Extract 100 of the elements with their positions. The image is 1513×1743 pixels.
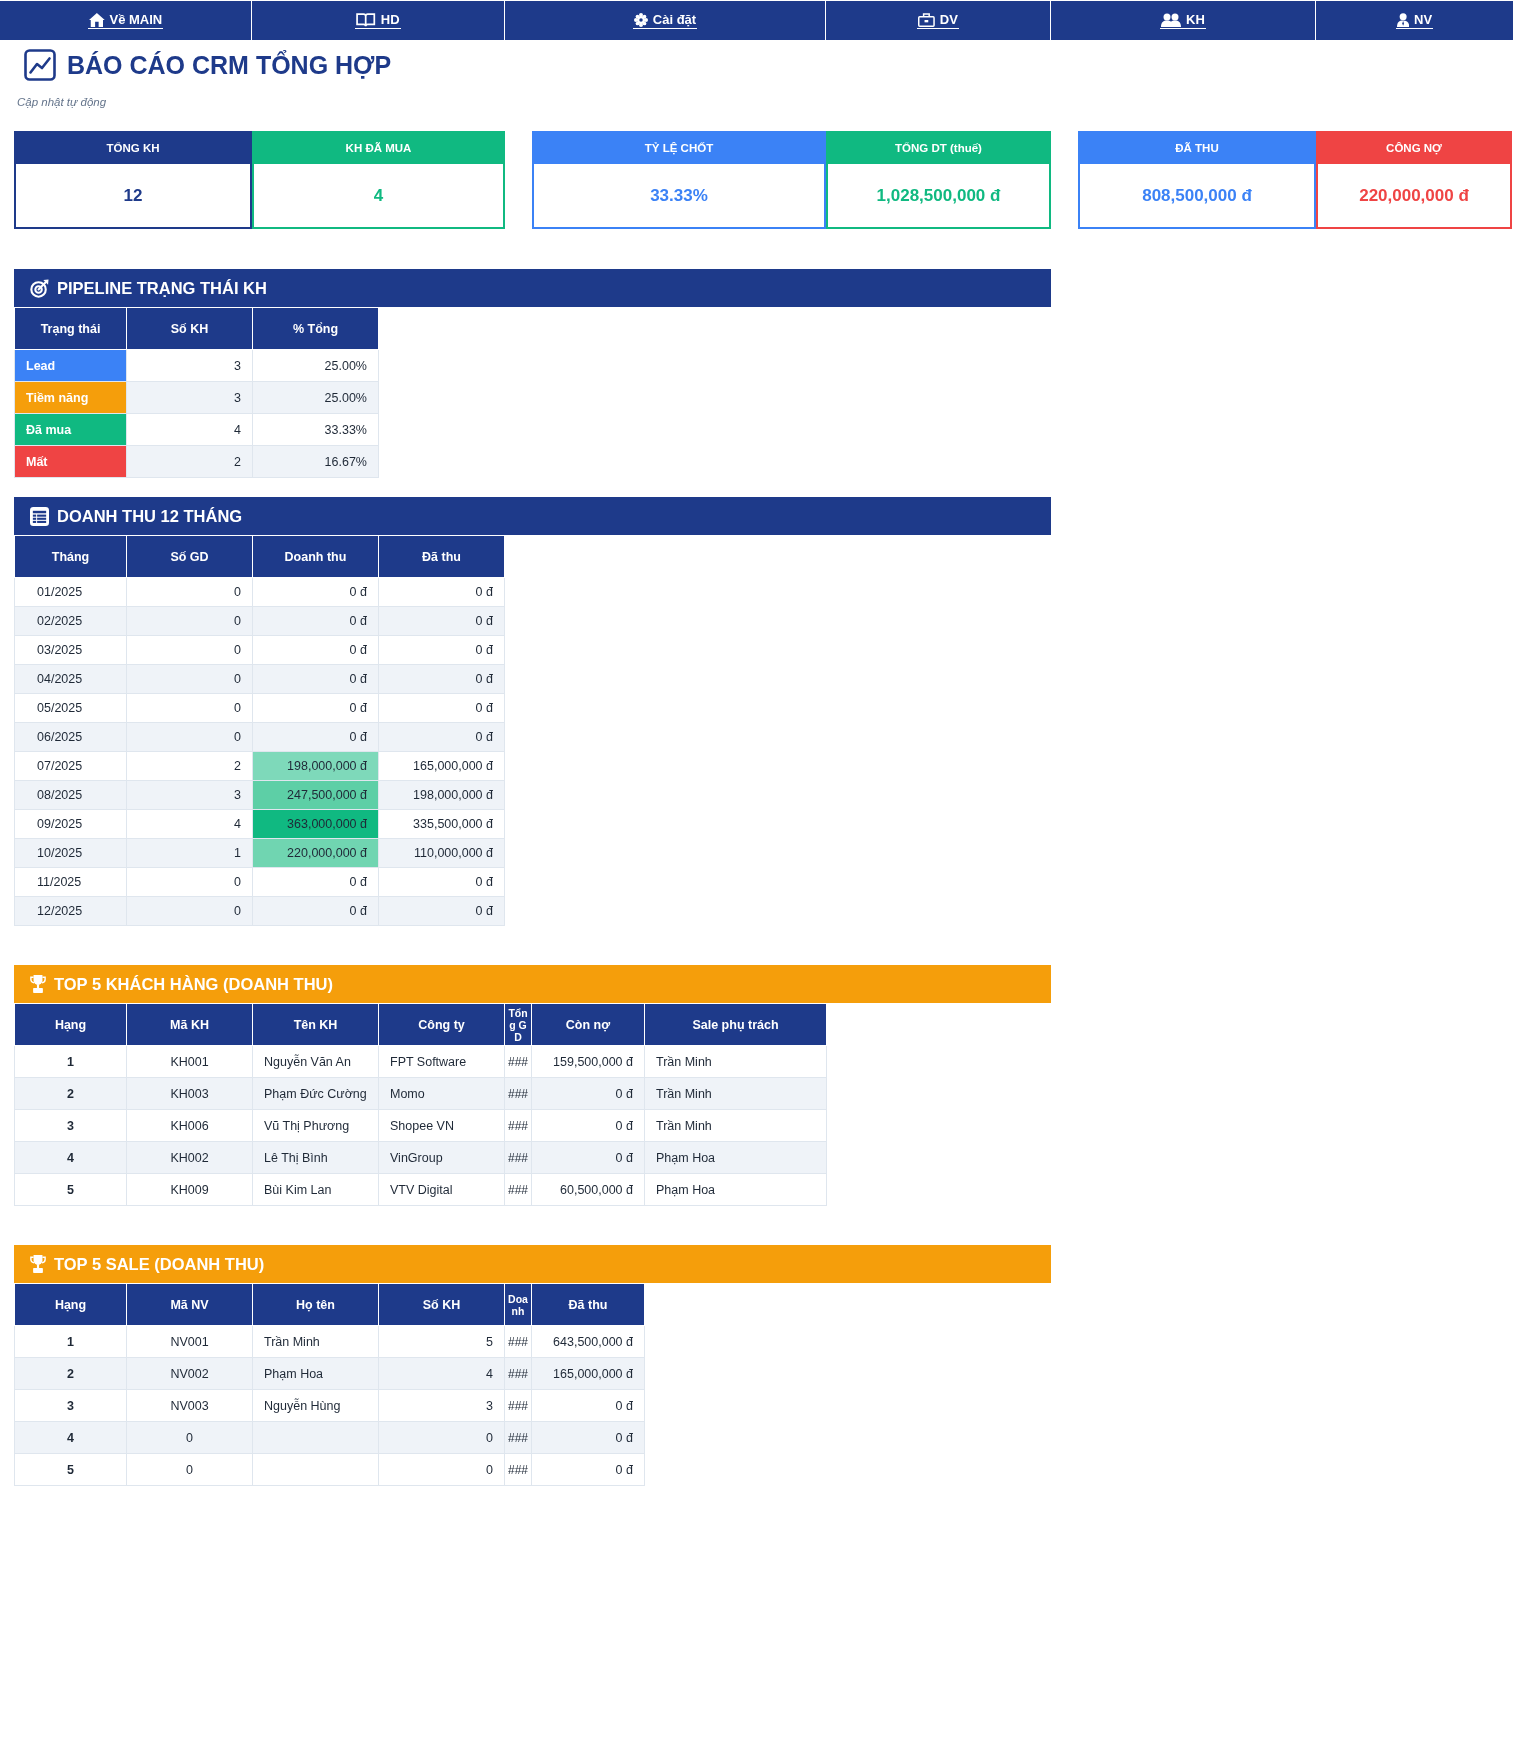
nav-link[interactable]: KH [1051, 1, 1315, 40]
table-cell: Phạm Đức Cường [252, 1077, 379, 1110]
table-cell: 0 [126, 867, 253, 897]
table-cell: 0 đ [378, 896, 505, 926]
table-cell: 10/2025 [14, 838, 127, 868]
kpi-label: TỔNG DT (thuế) [826, 131, 1051, 164]
nav-link[interactable]: Về MAIN [0, 1, 251, 40]
table-cell: 0 [126, 577, 253, 607]
table-cell: Vũ Thị Phương [252, 1109, 379, 1142]
table-cell: 110,000,000 đ [378, 838, 505, 868]
table-cell: 4 [378, 1357, 505, 1390]
gear-icon [633, 12, 648, 27]
table-cell: 04/2025 [14, 664, 127, 694]
kpi-value: 4 [252, 164, 505, 229]
nav-link[interactable]: DV [826, 1, 1050, 40]
table-cell: 08/2025 [14, 780, 127, 810]
nav-link[interactable]: Cài đặt [505, 1, 825, 40]
table-icon [30, 506, 49, 526]
table-cell: 0 đ [378, 664, 505, 694]
table-cell: 09/2025 [14, 809, 127, 839]
column-header: Số KH [126, 307, 253, 350]
nav-link[interactable]: NV [1316, 1, 1513, 40]
table-cell: 0 [126, 635, 253, 665]
book-icon [356, 12, 376, 27]
update-note: Cập nhật tự động [17, 95, 107, 110]
table-cell: 1 [14, 1325, 127, 1358]
table-cell: 07/2025 [14, 751, 127, 781]
status-cell: Đã mua [14, 413, 127, 446]
table-cell: 0 đ [378, 693, 505, 723]
table-cell: 0 đ [252, 722, 379, 752]
kpi-value: 808,500,000 đ [1078, 164, 1316, 229]
table-cell: KH003 [126, 1077, 253, 1110]
table-cell: Nguyễn Văn An [252, 1045, 379, 1078]
table-cell: 12/2025 [14, 896, 127, 926]
table-cell: KH002 [126, 1141, 253, 1174]
kpi-value: 220,000,000 đ [1316, 164, 1512, 229]
table-cell: Phạm Hoa [252, 1357, 379, 1390]
table-cell: 247,500,000 đ [252, 780, 379, 810]
kpi-value: 1,028,500,000 đ [826, 164, 1051, 229]
table-cell: VTV Digital [378, 1173, 505, 1206]
table-cell: 4 [14, 1421, 127, 1454]
table-cell: 3 [126, 349, 253, 382]
table-cell: 0 [126, 896, 253, 926]
kpi-value: 12 [14, 164, 252, 229]
table-cell: Phạm Hoa [644, 1141, 827, 1174]
table-cell: 0 đ [252, 606, 379, 636]
table-cell: 0 đ [531, 1421, 645, 1454]
section-title: TOP 5 SALE (DOANH THU) [54, 1254, 265, 1274]
table-cell: 2 [126, 445, 253, 478]
table-cell: 06/2025 [14, 722, 127, 752]
column-header: Tổng GD [504, 1003, 532, 1046]
column-header: Doanh thu [252, 535, 379, 578]
table-cell: 60,500,000 đ [531, 1173, 645, 1206]
status-cell: Mất [14, 445, 127, 478]
table-cell: 0 đ [531, 1077, 645, 1110]
column-header: Đã thu [531, 1283, 645, 1326]
table-cell: 0 [126, 1421, 253, 1454]
table-cell: 165,000,000 đ [531, 1357, 645, 1390]
table-cell: Trần Minh [644, 1109, 827, 1142]
column-header: Số KH [378, 1283, 505, 1326]
table-cell: 3 [378, 1389, 505, 1422]
table-cell: 0 đ [252, 693, 379, 723]
table-cell: Lê Thị Bình [252, 1141, 379, 1174]
table-cell: 0 [126, 606, 253, 636]
table-cell: 33.33% [252, 413, 379, 446]
table-cell: Trần Minh [644, 1077, 827, 1110]
table-cell: 198,000,000 đ [252, 751, 379, 781]
table-cell: NV002 [126, 1357, 253, 1390]
table-cell: 220,000,000 đ [252, 838, 379, 868]
column-header: Mã NV [126, 1283, 253, 1326]
table-cell: 4 [126, 809, 253, 839]
table-cell: 198,000,000 đ [378, 780, 505, 810]
table-cell: Trần Minh [644, 1045, 827, 1078]
kpi-label: KH ĐÃ MUA [252, 131, 505, 164]
section-title: TOP 5 KHÁCH HÀNG (DOANH THU) [54, 974, 333, 994]
table-cell: 0 đ [378, 722, 505, 752]
table-cell: 5 [14, 1453, 127, 1486]
trophy-icon [30, 975, 46, 993]
section-title: PIPELINE TRẠNG THÁI KH [57, 278, 267, 298]
table-cell: 0 đ [378, 577, 505, 607]
kpi-value: 33.33% [532, 164, 826, 229]
table-cell: 05/2025 [14, 693, 127, 723]
table-cell: 5 [14, 1173, 127, 1206]
nav-link[interactable]: HD [252, 1, 504, 40]
table-cell: 0 [126, 1453, 253, 1486]
table-cell: 0 [126, 693, 253, 723]
people-icon [1161, 12, 1182, 27]
table-cell: 0 đ [378, 635, 505, 665]
table-cell: 0 [126, 664, 253, 694]
person-icon [1396, 12, 1410, 27]
table-cell: 0 đ [531, 1389, 645, 1422]
table-cell: Shopee VN [378, 1109, 505, 1142]
table-cell: 01/2025 [14, 577, 127, 607]
table-cell: 25.00% [252, 381, 379, 414]
column-header: Tên KH [252, 1003, 379, 1046]
table-cell: 1 [14, 1045, 127, 1078]
table-cell: 5 [378, 1325, 505, 1358]
column-header: Sale phụ trách [644, 1003, 827, 1046]
table-cell: NV003 [126, 1389, 253, 1422]
table-cell: 0 đ [531, 1109, 645, 1142]
